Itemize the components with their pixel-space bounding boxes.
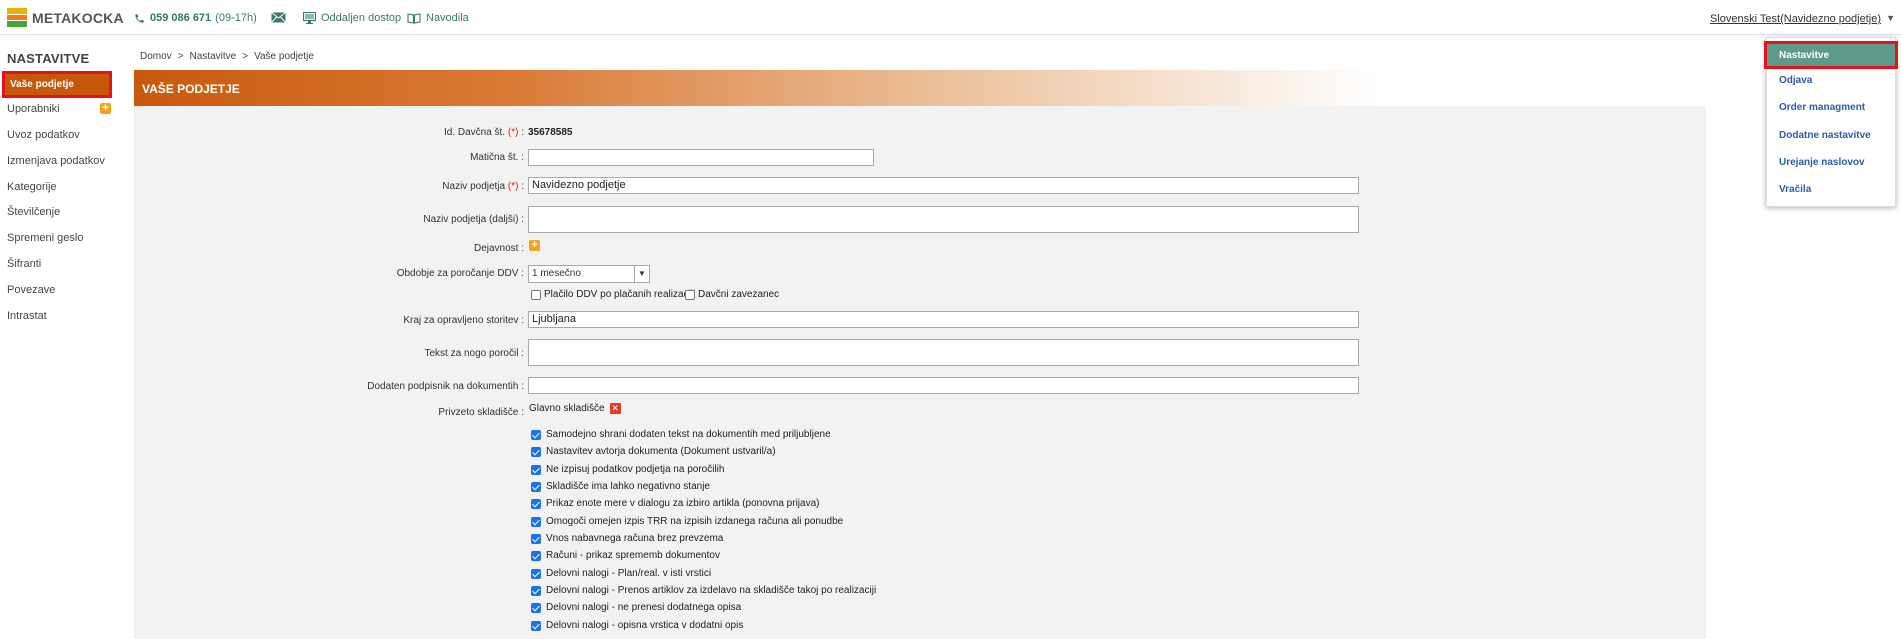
company-name-field[interactable]: Navidezno podjetje (528, 177, 1359, 194)
footer-text-label: Tekst za nogo poročil : (424, 348, 525, 359)
menu-item-logout[interactable]: Odjava (1779, 75, 1812, 86)
page-header: VAŠE PODJETJE (134, 70, 1378, 106)
option-row[interactable]: Skladišče ima lahko negativno stanje (531, 481, 710, 492)
page-title: VAŠE PODJETJE (142, 82, 240, 96)
sidebar-item-categories[interactable]: Kategorije (7, 181, 57, 193)
checkbox-checked-icon[interactable] (531, 585, 541, 596)
phone-hours: (09-17h) (215, 12, 257, 24)
logo-text: METAKOCKA (32, 9, 124, 26)
remove-icon[interactable]: ✕ (609, 403, 621, 414)
mail-icon (271, 12, 286, 23)
phone-contact[interactable]: 059 086 671 (09-17h) (134, 12, 257, 24)
checkbox-checked-icon[interactable] (531, 429, 541, 440)
sidebar-item-password[interactable]: Spremeni geslo (7, 232, 83, 244)
sidebar-title: NASTAVITVE (7, 51, 90, 66)
checkbox-checked-icon[interactable] (531, 550, 541, 561)
checkbox-checked-icon[interactable] (531, 602, 541, 613)
vat-paid-checkbox[interactable]: Plačilo DDV po plačanih realizaciji (531, 289, 695, 300)
sidebar-item-intrastat[interactable]: Intrastat (7, 310, 47, 322)
checkbox-checked-icon[interactable] (531, 533, 541, 544)
sidebar-item-import[interactable]: Uvoz podatkov (7, 129, 80, 141)
reg-no-field[interactable] (528, 149, 874, 166)
vat-period-value: 1 mesečno (532, 268, 581, 279)
vat-paid-label: Plačilo DDV po plačanih realizaciji (544, 289, 696, 300)
activity-label: Dejavnost : (473, 243, 524, 254)
sidebar-item-exchange[interactable]: Izmenjava podatkov (7, 155, 105, 167)
menu-item-addresses[interactable]: Urejanje naslovov (1779, 157, 1865, 168)
mail-link[interactable] (271, 12, 291, 23)
option-row[interactable]: Ne izpisuj podatkov podjetja na poročili… (531, 464, 724, 475)
user-account-link[interactable]: Slovenski Test(Navidezno podjetje) (1710, 13, 1881, 25)
phone-number: 059 086 671 (150, 12, 212, 24)
remote-access-link[interactable]: Oddaljen dostop (303, 12, 401, 24)
extra-signer-label: Dodaten podpisnik na dokumentih : (367, 381, 524, 392)
sidebar-item-company[interactable]: Vaše podjetje (2, 71, 112, 98)
footer-text-field[interactable] (528, 339, 1359, 366)
reg-no-label: Matična št. : (470, 152, 524, 163)
option-row[interactable]: Delovni nalogi - Plan/real. v isti vrsti… (531, 568, 711, 579)
company-name-label: Naziv podjetja (*) : (442, 181, 524, 192)
sidebar-item-label: Uporabniki (7, 103, 60, 115)
option-row[interactable]: Delovni nalogi - ne prenesi dodatnega op… (531, 602, 741, 613)
option-row[interactable]: Računi - prikaz sprememb dokumentov (531, 550, 720, 561)
warehouse-label: Privzeto skladišče : (438, 407, 524, 418)
option-row[interactable]: Omogoči omejen izpis TRR na izpisih izda… (531, 516, 843, 527)
checkbox-checked-icon[interactable] (531, 568, 541, 579)
menu-item-additional-settings[interactable]: Dodatne nastavitve (1779, 130, 1871, 141)
taxpayer-label: Davčni zavezanec (698, 289, 780, 300)
logo[interactable]: METAKOCKA (7, 8, 124, 27)
breadcrumb-settings[interactable]: Nastavitve (190, 51, 237, 62)
checkbox-checked-icon[interactable] (531, 516, 541, 527)
checkbox-icon[interactable] (531, 289, 541, 300)
checkbox-checked-icon[interactable] (531, 498, 541, 509)
service-place-field[interactable]: Ljubljana (528, 311, 1359, 328)
breadcrumb-home[interactable]: Domov (140, 51, 172, 62)
option-row[interactable]: Nastavitev avtorja dokumenta (Dokument u… (531, 446, 776, 457)
checkbox-checked-icon[interactable] (531, 446, 541, 457)
book-icon (407, 12, 421, 24)
option-row[interactable]: Samodejno shrani dodaten tekst na dokume… (531, 429, 831, 440)
vat-period-label: Obdobje za poročanje DDV : (396, 268, 524, 279)
sidebar-item-users[interactable]: Uporabniki (7, 103, 60, 115)
sidebar-item-numbering[interactable]: Številčenje (7, 206, 60, 218)
docs-label: Navodila (426, 12, 469, 24)
user-dropdown-menu: Nastavitve Odjava Order managment Dodatn… (1764, 37, 1898, 207)
company-name-ext-label: Naziv podjetja (daljši) : (423, 214, 524, 225)
metakocka-logo-icon (7, 8, 27, 27)
menu-item-settings[interactable]: Nastavitve (1764, 41, 1898, 69)
option-row[interactable]: Vnos nabavnega računa brez prevzema (531, 533, 723, 544)
sidebar-item-codebooks[interactable]: Šifranti (7, 258, 41, 270)
add-activity-icon[interactable]: + (529, 240, 540, 251)
menu-item-order-management[interactable]: Order managment (1779, 102, 1865, 113)
option-row[interactable]: Prikaz enote mere v dialogu za izbiro ar… (531, 498, 819, 509)
docs-link[interactable]: Navodila (407, 12, 469, 24)
option-row[interactable]: Delovni nalogi - opisna vrstica v dodatn… (531, 620, 743, 631)
remote-access-label: Oddaljen dostop (321, 12, 402, 24)
vat-period-select[interactable]: 1 mesečno ▼ (528, 265, 650, 283)
service-place-label: Kraj za opravljeno storitev : (403, 315, 524, 326)
warehouse-value: Glavno skladišče (529, 403, 605, 414)
breadcrumb: Domov > Nastavitve > Vaše podjetje (140, 51, 314, 62)
checkbox-icon[interactable] (685, 289, 695, 300)
chevron-down-icon: ▼ (634, 266, 649, 282)
breadcrumb-current: Vaše podjetje (254, 51, 314, 62)
tax-id-label: Id. Davčna št. (*) : (443, 127, 524, 138)
checkbox-checked-icon[interactable] (531, 464, 541, 475)
phone-icon (135, 13, 144, 23)
top-bar: METAKOCKA 059 086 671 (09-17h) Oddaljen … (0, 0, 1901, 35)
sidebar-item-links[interactable]: Povezave (7, 284, 55, 296)
warehouse-value-row: Glavno skladišče ✕ (529, 403, 621, 414)
taxpayer-checkbox[interactable]: Davčni zavezanec (685, 289, 779, 300)
caret-down-icon[interactable]: ▼ (1886, 13, 1895, 23)
company-name-ext-field[interactable] (528, 206, 1359, 233)
checkbox-checked-icon[interactable] (531, 481, 541, 492)
menu-item-refunds[interactable]: Vračila (1779, 184, 1811, 195)
checkbox-checked-icon[interactable] (531, 620, 541, 631)
add-user-icon[interactable]: + (100, 103, 111, 114)
tax-id-value: 35678585 (528, 127, 573, 138)
option-row[interactable]: Delovni nalogi - Prenos artiklov za izde… (531, 585, 876, 596)
monitor-icon (303, 12, 316, 24)
extra-signer-field[interactable] (528, 377, 1359, 394)
